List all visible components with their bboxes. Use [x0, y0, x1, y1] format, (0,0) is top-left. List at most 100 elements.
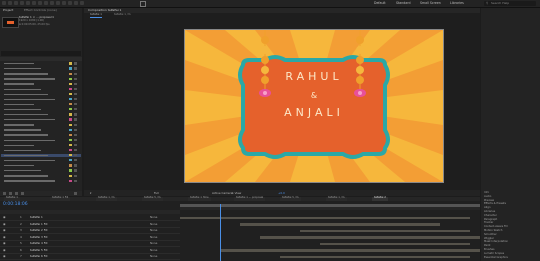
visibility-eye-icon[interactable]: ◉ [3, 242, 6, 245]
project-item[interactable] [1, 77, 81, 80]
layer-duration-bar[interactable] [300, 229, 470, 232]
layer-duration-bar[interactable] [220, 249, 480, 252]
timeline-layer-row[interactable]: ◉ 6 taPaPai 5 Fill None [0, 248, 180, 254]
label-color-swatch[interactable] [69, 77, 72, 80]
parent-link-dropdown[interactable]: None [150, 235, 157, 239]
project-item[interactable] [1, 174, 81, 177]
layer-name[interactable]: taPaPai 5 Fill [30, 248, 47, 252]
label-color-swatch[interactable] [69, 149, 72, 152]
workspace-default[interactable]: Default [374, 1, 386, 5]
tab-timeline-comp[interactable]: taPaPai 1 ∕ fs [326, 196, 347, 201]
timeline-layer-row[interactable]: ◉ 5 taPaPai 4 Fill None [0, 241, 180, 247]
parent-link-dropdown[interactable]: None [150, 248, 157, 252]
layer-duration-bar[interactable] [260, 236, 480, 239]
pan-behind-tool-icon[interactable] [38, 1, 42, 5]
project-item[interactable] [1, 103, 81, 106]
visibility-eye-icon[interactable]: ◉ [3, 235, 6, 239]
tab-timeline-comp[interactable]: taPaPai 1 Hole [188, 196, 211, 201]
workspace-standard[interactable]: Standard [396, 1, 411, 5]
label-color-swatch[interactable] [69, 179, 72, 182]
breadcrumb-item[interactable]: taPaPai 1 ∕ fs [114, 13, 131, 17]
label-color-swatch[interactable] [69, 72, 72, 75]
new-composition-icon[interactable] [15, 192, 18, 195]
visibility-eye-icon[interactable]: ◉ [3, 216, 6, 219]
panel-item[interactable]: Essential Graphics [484, 256, 508, 260]
eraser-tool-icon[interactable] [74, 1, 78, 5]
search-help-field[interactable]: ⚲ Search Help [484, 1, 536, 6]
breadcrumb-item[interactable]: taPaPai 1 [90, 13, 102, 18]
tab-timeline-comp[interactable]: taPaPai 5 ∕ fs [280, 196, 301, 201]
timeline-layer-row[interactable]: ◉ 1 taPaPai 1 None [0, 215, 180, 221]
interpret-footage-icon[interactable] [3, 192, 6, 195]
parent-link-dropdown[interactable]: None [150, 242, 157, 245]
tab-timeline-comp[interactable]: taPaPai 5 ∕ fs [142, 196, 163, 201]
workspace-small-screen[interactable]: Small Screen [420, 1, 441, 5]
project-item[interactable] [1, 92, 81, 96]
timeline-layer-row[interactable]: ◉ 7 taPaPai 6 Fill None [0, 254, 180, 260]
project-item[interactable] [1, 128, 81, 131]
project-item[interactable] [1, 138, 81, 142]
tab-timeline-comp[interactable]: taPaPai 1 [4, 196, 20, 201]
panel-item[interactable]: Character [484, 214, 497, 218]
project-item[interactable] [1, 159, 81, 162]
project-item[interactable] [1, 118, 81, 121]
camera-tool-icon[interactable] [32, 1, 36, 5]
project-item[interactable] [1, 169, 81, 172]
layer-duration-bar[interactable] [180, 216, 470, 219]
composition-canvas[interactable]: RAHUL & ANJALI [184, 29, 444, 183]
hand-tool-icon[interactable] [14, 1, 18, 5]
layer-duration-bar[interactable] [240, 223, 440, 226]
parent-link-dropdown[interactable]: None [150, 255, 157, 258]
timeline-layer-row[interactable]: ◉ 3 taPaPai 2 Fill None [0, 228, 180, 234]
project-item[interactable] [1, 62, 81, 65]
project-item[interactable] [1, 113, 81, 116]
tab-composition[interactable]: Composition taPaPai 1 [88, 9, 121, 12]
label-color-swatch[interactable] [69, 113, 72, 116]
tab-effect-controls[interactable]: Effect Controls (none) [24, 9, 57, 12]
visibility-eye-icon[interactable]: ◉ [3, 255, 6, 258]
label-color-swatch[interactable] [69, 82, 72, 85]
visibility-eye-icon[interactable]: ◉ [3, 229, 6, 232]
label-color-swatch[interactable] [69, 103, 72, 106]
layer-name[interactable]: taPaPai 6 Fill [30, 255, 47, 258]
parent-link-dropdown[interactable]: None [150, 222, 157, 226]
tab-timeline-comp[interactable]: taPaPai 2 [372, 196, 388, 201]
label-color-swatch[interactable] [69, 67, 72, 70]
label-color-swatch[interactable] [69, 98, 72, 101]
label-color-swatch[interactable] [69, 108, 72, 111]
layer-name[interactable]: taPaPai 2 Fill [30, 229, 47, 232]
tab-timeline-comp[interactable]: taPaPai 1 ... proposal [234, 196, 266, 201]
current-timecode[interactable]: 0:00:18:06 [3, 202, 28, 208]
views-dropdown[interactable]: 1 View [232, 191, 241, 195]
layer-duration-bar[interactable] [320, 242, 470, 245]
label-color-swatch[interactable] [69, 169, 72, 172]
label-color-swatch[interactable] [69, 164, 72, 167]
project-item[interactable] [1, 164, 81, 167]
tab-project[interactable]: Project [3, 9, 13, 12]
layer-duration-bar[interactable] [280, 255, 470, 258]
visibility-eye-icon[interactable]: ◉ [3, 248, 6, 252]
brush-tool-icon[interactable] [62, 1, 66, 5]
puppet-tool-icon[interactable] [80, 1, 84, 5]
project-item[interactable] [1, 153, 81, 157]
bit-depth-icon[interactable] [21, 192, 24, 195]
label-color-swatch[interactable] [69, 159, 72, 162]
label-color-swatch[interactable] [69, 143, 72, 147]
work-area-bar[interactable] [180, 204, 480, 207]
layer-name[interactable]: taPaPai 1 Fill [30, 222, 47, 226]
project-item[interactable] [1, 123, 81, 126]
project-item[interactable] [1, 133, 81, 136]
layer-name[interactable]: taPaPai 3 Fill [30, 235, 47, 239]
home-icon[interactable] [2, 1, 6, 5]
exposure-value[interactable]: +0.0 [278, 191, 285, 195]
selection-tool-icon[interactable] [8, 1, 12, 5]
label-color-swatch[interactable] [69, 118, 72, 121]
panel-item[interactable]: Lumetri Scopes [484, 252, 504, 256]
tab-timeline-comp[interactable]: taPaPai 1 ∕ fs [96, 196, 117, 201]
resolution-dropdown[interactable]: Full [154, 191, 159, 195]
shape-tool-icon[interactable] [44, 1, 48, 5]
timeline-layer-row[interactable]: ◉ 4 taPaPai 3 Fill None [0, 235, 180, 241]
type-tool-icon[interactable] [56, 1, 60, 5]
label-color-swatch[interactable] [69, 128, 72, 131]
project-item[interactable] [1, 149, 81, 152]
